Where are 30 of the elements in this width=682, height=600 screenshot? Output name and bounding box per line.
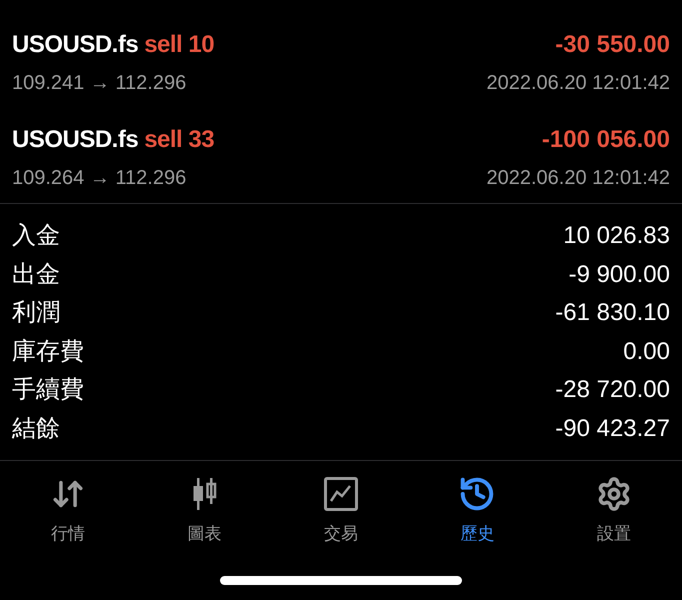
trade-time: 2022.06.20 12:01:42	[486, 71, 670, 96]
summary-label: 庫存費	[12, 336, 84, 367]
line-chart-icon	[324, 477, 358, 511]
profit-value: -100 056.00	[542, 125, 670, 155]
tab-bar-item[interactable]: 行情	[0, 475, 136, 546]
summary-value: 0.00	[623, 336, 670, 367]
summary-label: 入金	[12, 221, 60, 252]
summary-label: 利潤	[12, 298, 60, 328]
order-side: sell 10	[144, 30, 214, 60]
settings-icon	[596, 476, 632, 512]
order-side: sell 33	[144, 125, 214, 155]
summary-label: 手續費	[12, 375, 84, 406]
summary-label: 結餘	[12, 414, 60, 444]
profit-value: -30 550.00	[555, 30, 670, 60]
tab-bar-item[interactable]: 圖表	[136, 475, 273, 546]
summary-value: -90 423.27	[555, 414, 670, 444]
summary-value: -28 720.00	[555, 375, 670, 406]
tab-bar-item[interactable]: 交易	[272, 475, 410, 546]
price-range: 109.241 → 112.296	[12, 71, 186, 96]
summary-value: -9 900.00	[568, 260, 670, 290]
symbol-label: USOUSD.fs	[12, 30, 138, 60]
price-range: 109.264 → 112.296	[12, 166, 186, 191]
summary-value: 10 026.83	[563, 221, 670, 252]
tab-bar-item[interactable]: 設置	[546, 475, 682, 546]
summary-label: 出金	[12, 260, 60, 290]
candlestick-icon	[190, 477, 219, 511]
summary-value: -61 830.10	[555, 298, 670, 328]
symbol-label: USOUSD.fs	[12, 125, 138, 155]
trade-time: 2022.06.20 12:01:42	[486, 166, 670, 191]
tab-bar-item[interactable]: 歷史	[409, 475, 546, 546]
